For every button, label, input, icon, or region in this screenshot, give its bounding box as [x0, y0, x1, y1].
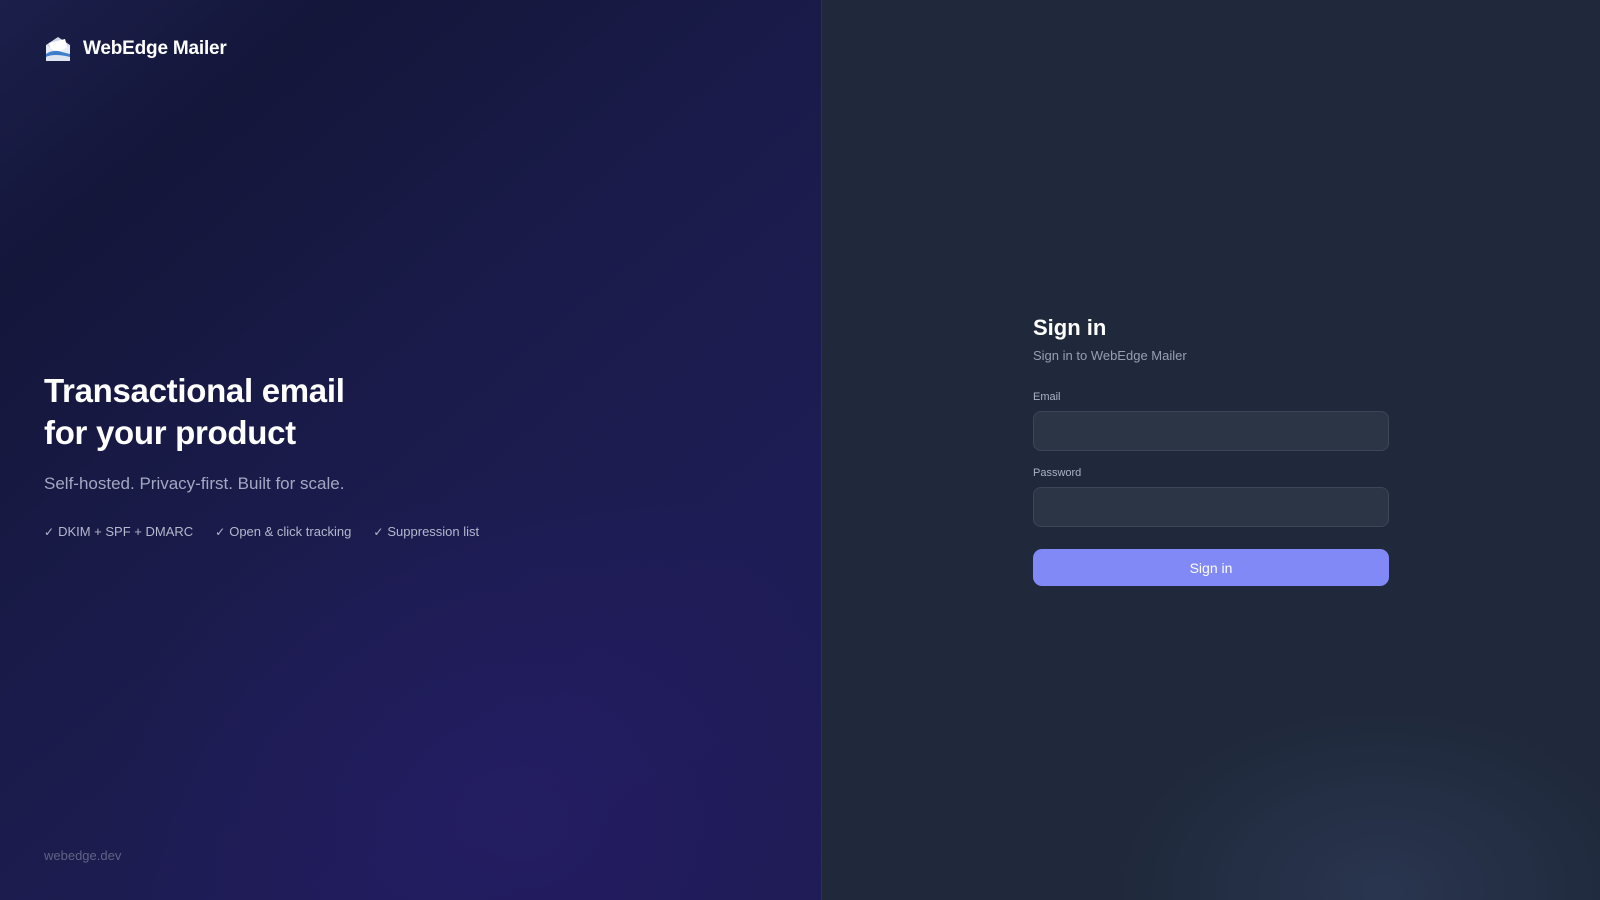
signin-subtitle: Sign in to WebEdge Mailer — [1033, 348, 1187, 363]
signin-button[interactable]: Sign in — [1033, 549, 1389, 586]
check-icon: ✓ — [373, 525, 384, 539]
password-label: Password — [1033, 467, 1082, 479]
feature-item: ✓ Open & click tracking — [215, 523, 351, 541]
brand-name: WebEdge Mailer — [83, 38, 227, 59]
signin-panel: Sign in Sign in to WebEdge Mailer Email … — [822, 0, 1600, 900]
feature-item: ✓ Suppression list — [373, 523, 479, 541]
check-icon: ✓ — [44, 525, 55, 539]
check-icon: ✓ — [215, 525, 226, 539]
envelope-open-icon — [46, 37, 70, 61]
feature-label: DKIM + SPF + DMARC — [58, 524, 194, 539]
hero-content: Transactional email for your product Sel… — [44, 370, 764, 541]
feature-item: ✓ DKIM + SPF + DMARC — [44, 523, 193, 541]
signin-form: Sign in Sign in to WebEdge Mailer Email … — [1033, 314, 1389, 586]
hero-title-line-2: for your product — [44, 414, 296, 451]
hero-title: Transactional email for your product — [44, 370, 764, 454]
footer-domain: webedge.dev — [44, 848, 122, 863]
hero-panel: WebEdge Mailer Transactional email for y… — [0, 0, 822, 900]
email-label: Email — [1033, 391, 1061, 403]
feature-label: Suppression list — [387, 524, 480, 539]
email-input[interactable] — [1033, 411, 1389, 451]
brand: WebEdge Mailer — [44, 35, 227, 63]
hero-subtitle: Self-hosted. Privacy-first. Built for sc… — [44, 474, 345, 493]
signin-title: Sign in — [1033, 315, 1107, 340]
feature-list: ✓ DKIM + SPF + DMARC ✓ Open & click trac… — [44, 523, 764, 541]
login-page: WebEdge Mailer Transactional email for y… — [0, 0, 1600, 900]
hero-title-line-1: Transactional email — [44, 372, 345, 409]
password-input[interactable] — [1033, 487, 1389, 527]
feature-label: Open & click tracking — [229, 524, 352, 539]
